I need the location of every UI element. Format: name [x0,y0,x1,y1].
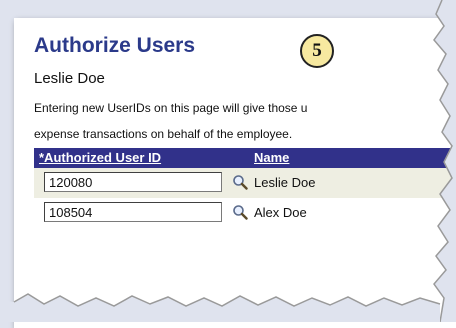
user-name: Alex Doe [254,205,307,220]
authorized-user-id-input[interactable] [44,172,222,192]
grid-header: *Authorized User ID Name [34,148,454,168]
user-name: Leslie Doe [254,175,316,190]
magnifier-lookup-icon[interactable] [232,174,248,190]
column-header-name[interactable]: Name [254,150,289,165]
table-row: Leslie Doe [34,168,454,198]
authorize-users-panel: Authorize Users 5 Leslie Doe Entering ne… [14,18,456,328]
table-row: Alex Doe [34,198,454,228]
instruction-line-2: expense transactions on behalf of the em… [34,127,293,141]
instruction-line-1: Entering new UserIDs on this page will g… [34,101,308,115]
page-title: Authorize Users [34,34,196,57]
step-number-badge: 5 [300,34,334,68]
authorized-user-id-input[interactable] [44,202,222,222]
column-header-authorized-user-id[interactable]: *Authorized User ID [39,150,161,165]
employee-name: Leslie Doe [34,70,105,87]
magnifier-lookup-icon[interactable] [232,204,248,220]
